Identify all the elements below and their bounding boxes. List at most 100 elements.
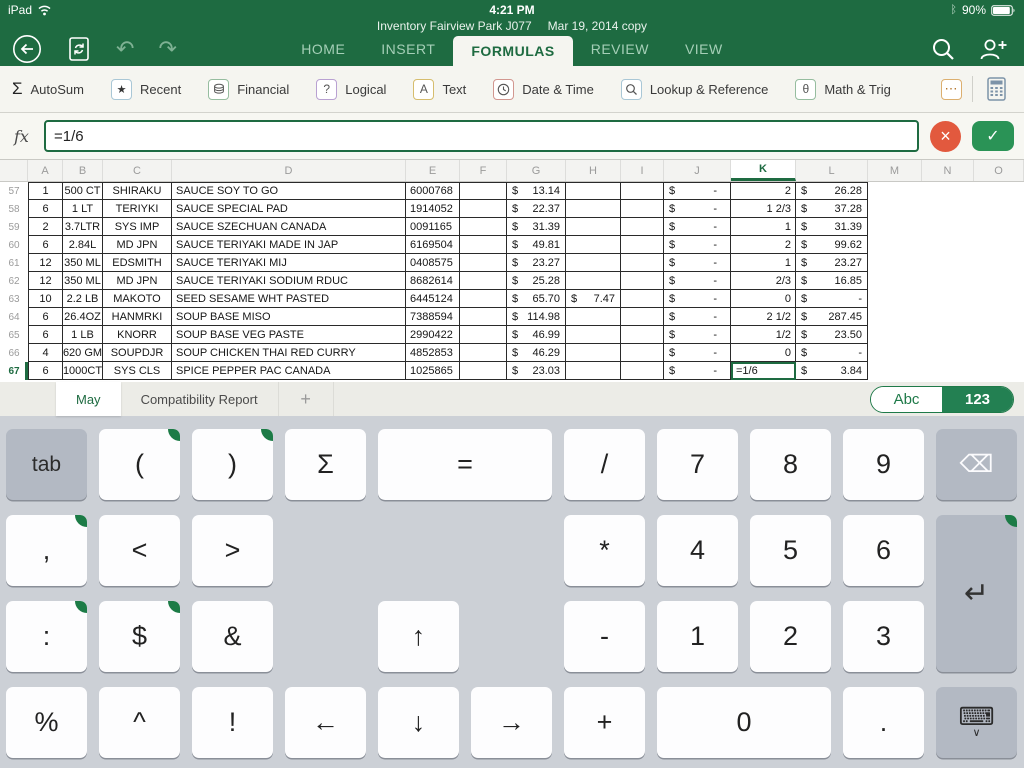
sheet-tab-compatibility-report[interactable]: Compatibility Report <box>121 382 278 416</box>
key-arrow-down[interactable]: ↓ <box>378 687 459 758</box>
key-percent[interactable]: % <box>6 687 87 758</box>
cell[interactable] <box>460 218 507 236</box>
key-5[interactable]: 5 <box>750 515 831 586</box>
cell[interactable]: $7.47 <box>566 290 621 308</box>
cell[interactable]: 1/2 <box>731 326 796 344</box>
cell[interactable] <box>566 254 621 272</box>
row-header[interactable]: 63 <box>0 290 28 308</box>
text-functions-button[interactable]: A Text <box>413 78 466 100</box>
col-header-k-selected[interactable]: K <box>731 160 796 181</box>
cell[interactable]: $ - <box>664 218 731 236</box>
cell[interactable]: 10 <box>28 290 63 308</box>
cell[interactable]: 8682614 <box>406 272 460 290</box>
key-exclamation[interactable]: ! <box>192 687 273 758</box>
recent-functions-button[interactable]: ★ Recent <box>111 78 181 100</box>
cell[interactable]: 1 2/3 <box>731 200 796 218</box>
cell[interactable]: SOUP BASE VEG PASTE <box>172 326 406 344</box>
tab-view[interactable]: VIEW <box>667 32 741 66</box>
tab-insert[interactable]: INSERT <box>363 32 453 66</box>
row-header[interactable]: 65 <box>0 326 28 344</box>
key-divide[interactable]: / <box>564 429 645 500</box>
cell[interactable]: 12 <box>28 254 63 272</box>
cell[interactable]: 350 ML <box>63 254 103 272</box>
col-header-f[interactable]: F <box>460 160 507 181</box>
cell[interactable]: SEED SESAME WHT PASTED <box>172 290 406 308</box>
cell[interactable]: 350 ML <box>63 272 103 290</box>
cell[interactable]: 0408575 <box>406 254 460 272</box>
selected-cell-k67[interactable]: =1/6 <box>731 362 796 380</box>
col-header-e[interactable]: E <box>406 160 460 181</box>
mode-abc-button[interactable]: Abc <box>871 386 942 412</box>
cell[interactable]: MD JPN <box>103 272 172 290</box>
cell[interactable]: 2 <box>28 218 63 236</box>
cell[interactable]: KNORR <box>103 326 172 344</box>
cell[interactable]: $13.14 <box>507 182 566 200</box>
cell[interactable] <box>460 272 507 290</box>
math-trig-functions-button[interactable]: θ Math & Trig <box>795 78 891 100</box>
cell[interactable] <box>566 272 621 290</box>
cell[interactable]: $46.29 <box>507 344 566 362</box>
cell[interactable]: 500 CT <box>63 182 103 200</box>
row-header[interactable]: 60 <box>0 236 28 254</box>
row-header[interactable]: 61 <box>0 254 28 272</box>
logical-functions-button[interactable]: ? Logical <box>316 78 386 100</box>
cell[interactable] <box>566 362 621 380</box>
cell[interactable]: $65.70 <box>507 290 566 308</box>
cell[interactable]: 2 <box>731 182 796 200</box>
key-enter[interactable]: ↵ <box>936 515 1017 672</box>
cell[interactable] <box>621 182 664 200</box>
cell[interactable]: 1 LB <box>63 326 103 344</box>
cell[interactable] <box>460 362 507 380</box>
lookup-reference-functions-button[interactable]: Lookup & Reference <box>620 78 768 100</box>
key-2[interactable]: 2 <box>750 601 831 672</box>
tab-formulas[interactable]: FORMULAS <box>453 36 573 66</box>
cell[interactable]: $114.98 <box>507 308 566 326</box>
cell[interactable]: $49.81 <box>507 236 566 254</box>
cell[interactable] <box>566 182 621 200</box>
cell[interactable] <box>460 200 507 218</box>
cell[interactable] <box>460 344 507 362</box>
date-time-functions-button[interactable]: Date & Time <box>493 78 594 100</box>
row-header[interactable]: 57 <box>0 182 28 200</box>
cell[interactable]: 2 <box>731 236 796 254</box>
cell[interactable]: 6 <box>28 236 63 254</box>
cell[interactable]: $ - <box>664 290 731 308</box>
col-header-j[interactable]: J <box>664 160 731 181</box>
cell[interactable] <box>566 326 621 344</box>
key-4[interactable]: 4 <box>657 515 738 586</box>
key-6[interactable]: 6 <box>843 515 924 586</box>
key-0[interactable]: 0 <box>657 687 831 758</box>
cell[interactable]: 4 <box>28 344 63 362</box>
cell[interactable]: $46.99 <box>507 326 566 344</box>
cell[interactable]: $ - <box>664 272 731 290</box>
cell[interactable]: 6 <box>28 362 63 380</box>
row-header[interactable]: 64 <box>0 308 28 326</box>
key-1[interactable]: 1 <box>657 601 738 672</box>
cell[interactable]: 6 <box>28 308 63 326</box>
cell[interactable] <box>621 218 664 236</box>
cell[interactable] <box>621 236 664 254</box>
col-header-i[interactable]: I <box>621 160 664 181</box>
cancel-entry-button[interactable]: × <box>930 120 961 152</box>
key-minus[interactable]: - <box>564 601 645 672</box>
key-ampersand[interactable]: & <box>192 601 273 672</box>
cell[interactable]: 1914052 <box>406 200 460 218</box>
key-dollar[interactable]: $ <box>99 601 180 672</box>
cell[interactable] <box>621 200 664 218</box>
col-header-h[interactable]: H <box>566 160 621 181</box>
cell[interactable]: SYS IMP <box>103 218 172 236</box>
select-all-corner[interactable] <box>0 160 28 181</box>
formula-input[interactable] <box>44 120 919 152</box>
cell[interactable] <box>566 218 621 236</box>
key-7[interactable]: 7 <box>657 429 738 500</box>
col-header-g[interactable]: G <box>507 160 566 181</box>
key-9[interactable]: 9 <box>843 429 924 500</box>
key-greater-than[interactable]: > <box>192 515 273 586</box>
cell[interactable]: $ - <box>664 362 731 380</box>
cell[interactable]: 1 LT <box>63 200 103 218</box>
key-close-paren[interactable]: ) <box>192 429 273 500</box>
row-header[interactable]: 58 <box>0 200 28 218</box>
cell[interactable]: 1 <box>28 182 63 200</box>
undo-button[interactable]: ↶ <box>116 38 134 60</box>
cell[interactable]: 6 <box>28 200 63 218</box>
